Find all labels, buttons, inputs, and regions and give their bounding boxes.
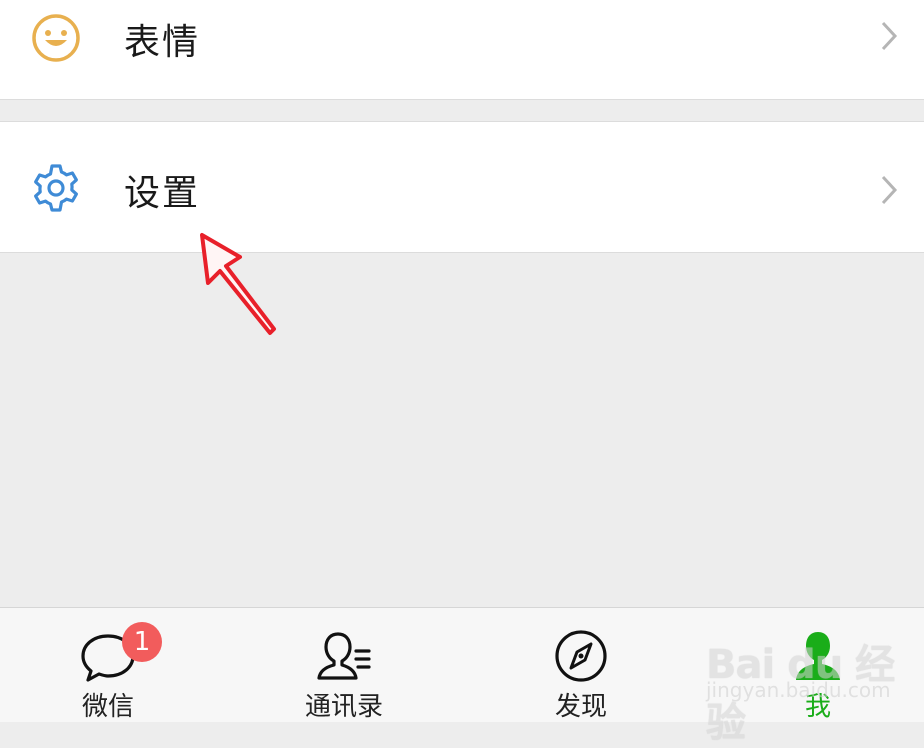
tab-chats-label: 微信 — [81, 692, 134, 722]
chevron-right-icon — [881, 175, 898, 205]
tab-discover-label: 发现 — [554, 692, 607, 722]
contacts-icon — [317, 632, 371, 680]
gear-icon — [30, 162, 82, 214]
tab-discover[interactable]: 发现 — [491, 608, 671, 723]
compass-icon — [555, 630, 607, 682]
menu-item-emoji-label: 表情 — [124, 22, 201, 63]
menu-item-emoji[interactable]: 表情 — [0, 0, 924, 100]
menu-item-settings-label: 设置 — [124, 173, 201, 214]
unread-badge: 1 — [122, 622, 162, 662]
menu-item-settings[interactable]: 设置 — [0, 121, 924, 253]
tab-chats[interactable]: 1 微信 — [18, 608, 198, 723]
tab-me[interactable]: 我 — [728, 608, 908, 723]
annotation-arrow-icon — [200, 233, 276, 335]
person-icon — [796, 632, 840, 680]
bottom-tab-bar: 1 微信 通讯录 发现 我 — [0, 607, 924, 722]
tab-contacts[interactable]: 通讯录 — [254, 608, 434, 723]
tab-contacts-label: 通讯录 — [304, 692, 383, 722]
smiley-icon — [30, 12, 82, 64]
chevron-right-icon — [881, 21, 898, 51]
tab-me-label: 我 — [804, 692, 831, 722]
